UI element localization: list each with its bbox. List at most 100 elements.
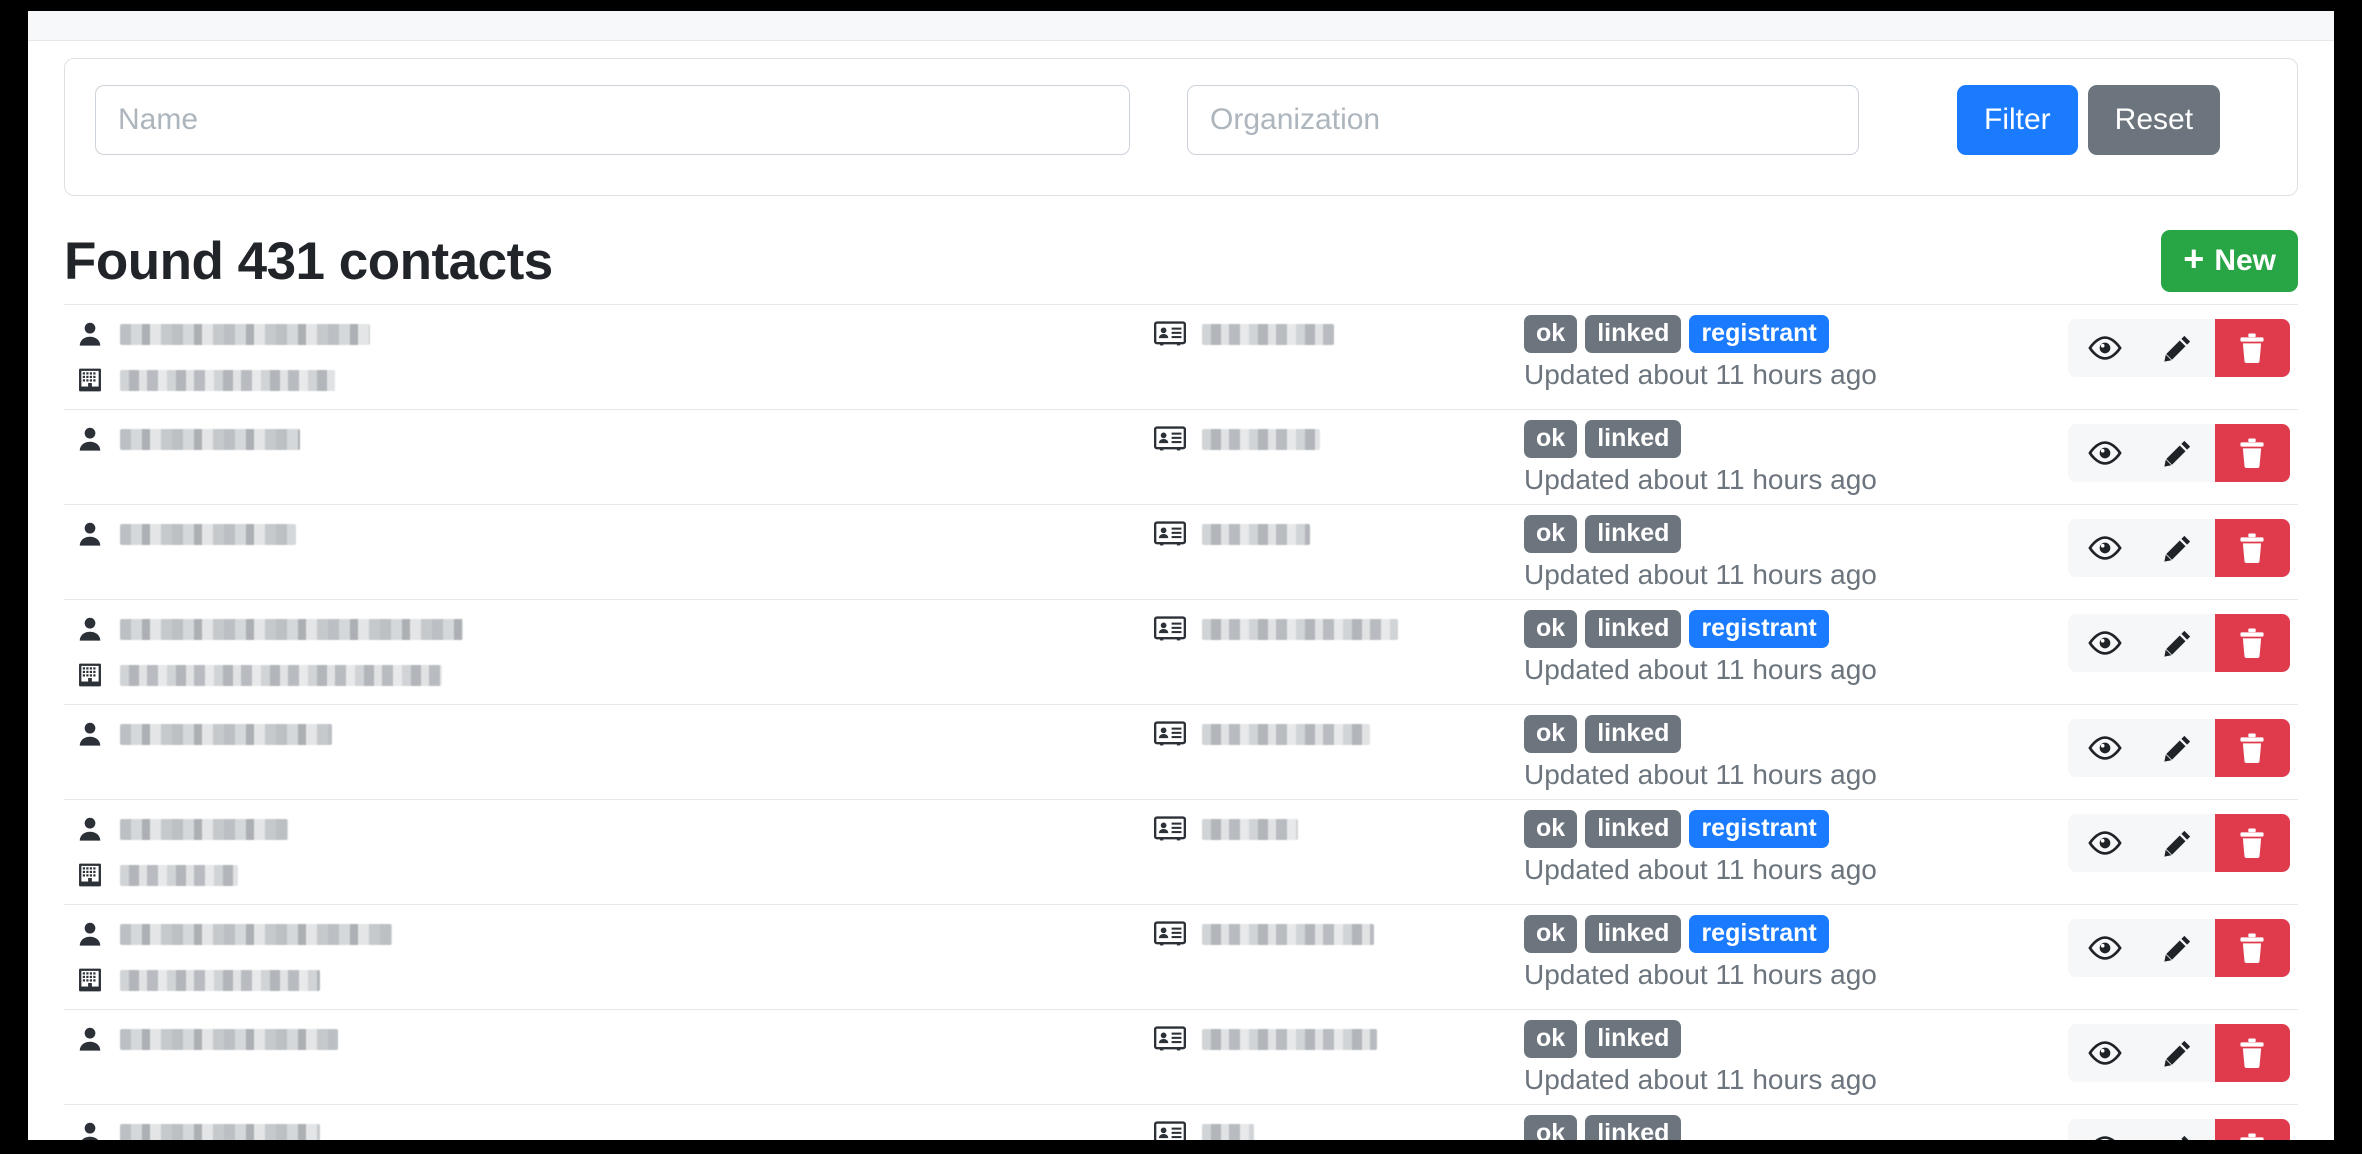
trash-icon [2237, 437, 2267, 469]
edit-contact-button[interactable] [2141, 719, 2215, 777]
person-icon [76, 1024, 104, 1054]
row-actions-cell [2068, 1113, 2298, 1140]
status-badge: ok [1524, 419, 1578, 459]
edit-contact-button[interactable] [2141, 519, 2215, 577]
view-contact-button[interactable] [2068, 1024, 2142, 1082]
trash-icon [2237, 932, 2267, 964]
contact-list: ok linked registrant Updated about 11 hours… [64, 304, 2298, 1140]
plus-icon: + [2183, 238, 2205, 279]
delete-contact-button[interactable] [2214, 814, 2290, 872]
trash-icon [2237, 532, 2267, 564]
redacted-text [120, 664, 442, 686]
status-badge: linked [1585, 714, 1682, 754]
view-contact-button[interactable] [2068, 319, 2142, 377]
page-content: Filter Reset Found 431 contacts + New [28, 58, 2334, 1140]
row-action-group [2068, 919, 2290, 977]
view-contact-button[interactable] [2068, 919, 2142, 977]
status-badges: ok linked [1524, 713, 2068, 755]
contact-card-cell [1154, 1113, 1524, 1140]
updated-timestamp: Updated about 11 hours ago [1524, 464, 1877, 495]
updated-timestamp: Updated about 11 hours ago [1524, 854, 1877, 885]
status-badges: ok linked registrant [1524, 608, 2068, 650]
person-icon [76, 719, 104, 749]
delete-contact-button[interactable] [2214, 614, 2290, 672]
edit-contact-button[interactable] [2141, 1024, 2215, 1082]
edit-contact-button[interactable] [2141, 814, 2215, 872]
reset-button[interactable]: Reset [2087, 85, 2221, 155]
pencil-icon [2163, 533, 2193, 563]
edit-contact-button[interactable] [2141, 614, 2215, 672]
person-icon [76, 814, 104, 844]
trash-icon [2237, 1037, 2267, 1069]
redacted-text [1202, 818, 1298, 840]
status-badge: linked [1585, 514, 1682, 554]
status-badge: linked [1585, 1114, 1682, 1140]
redacted-text [120, 618, 463, 640]
delete-contact-button[interactable] [2214, 919, 2290, 977]
view-contact-button[interactable] [2068, 424, 2142, 482]
table-row[interactable]: ok linked Updated about 11 hours ago [64, 410, 2298, 505]
delete-contact-button[interactable] [2214, 1024, 2290, 1082]
row-actions-cell [2068, 1018, 2298, 1082]
filter-button[interactable]: Filter [1957, 85, 2078, 155]
row-actions-cell [2068, 418, 2298, 482]
row-actions-cell [2068, 313, 2298, 377]
contact-name-cell [64, 808, 1154, 896]
table-row[interactable]: ok linked registrant Updated about 11 hours… [64, 800, 2298, 905]
delete-contact-button[interactable] [2214, 719, 2290, 777]
row-action-group [2068, 814, 2290, 872]
edit-contact-button[interactable] [2141, 319, 2215, 377]
redacted-text [120, 818, 288, 840]
organization-filter-input[interactable] [1187, 85, 1859, 155]
edit-contact-button[interactable] [2141, 1119, 2215, 1140]
view-contact-button[interactable] [2068, 719, 2142, 777]
edit-contact-button[interactable] [2141, 424, 2215, 482]
status-badge: linked [1585, 419, 1682, 459]
trash-icon [2237, 627, 2267, 659]
view-contact-button[interactable] [2068, 1119, 2142, 1140]
building-icon [76, 365, 104, 395]
view-contact-button[interactable] [2068, 814, 2142, 872]
delete-contact-button[interactable] [2214, 319, 2290, 377]
row-actions-cell [2068, 808, 2298, 872]
contact-card-cell [1154, 313, 1524, 355]
new-contact-button[interactable]: + New [2161, 230, 2298, 292]
status-badge: ok [1524, 609, 1578, 649]
table-row[interactable]: ok linked registrant Updated about 11 hours… [64, 305, 2298, 410]
redacted-text [120, 969, 320, 991]
table-row[interactable]: ok linked registrant Updated about 11 hours… [64, 905, 2298, 1010]
contact-card-line [1154, 1018, 1524, 1060]
top-navigation-bar [28, 11, 2334, 41]
edit-contact-button[interactable] [2141, 919, 2215, 977]
delete-contact-button[interactable] [2214, 1119, 2290, 1140]
delete-contact-button[interactable] [2214, 519, 2290, 577]
status-badge: ok [1524, 1019, 1578, 1059]
contact-person-line [76, 418, 1154, 460]
status-badge: linked [1585, 609, 1682, 649]
eye-icon [2088, 630, 2122, 656]
person-icon [76, 919, 104, 949]
pencil-icon [2163, 333, 2193, 363]
contact-card-line [1154, 808, 1524, 850]
status-badge: registrant [1689, 809, 1829, 849]
redacted-text [120, 723, 332, 745]
redacted-text [1202, 723, 1370, 745]
contact-card-line [1154, 513, 1524, 555]
building-icon [76, 860, 104, 890]
table-row[interactable]: ok linked Updated about 11 hours ago [64, 505, 2298, 600]
redacted-text [120, 369, 335, 391]
table-row[interactable]: ok linked [64, 1105, 2298, 1140]
name-filter-input[interactable] [95, 85, 1130, 155]
table-row[interactable]: ok linked registrant Updated about 11 hours… [64, 600, 2298, 705]
row-action-group [2068, 1119, 2290, 1140]
view-contact-button[interactable] [2068, 614, 2142, 672]
delete-contact-button[interactable] [2214, 424, 2290, 482]
row-action-group [2068, 719, 2290, 777]
status-cell: ok linked Updated about 11 hours ago [1524, 513, 2068, 591]
table-row[interactable]: ok linked Updated about 11 hours ago [64, 1010, 2298, 1105]
updated-timestamp: Updated about 11 hours ago [1524, 559, 1877, 590]
contact-name-cell [64, 608, 1154, 696]
view-contact-button[interactable] [2068, 519, 2142, 577]
eye-icon [2088, 830, 2122, 856]
table-row[interactable]: ok linked Updated about 11 hours ago [64, 705, 2298, 800]
